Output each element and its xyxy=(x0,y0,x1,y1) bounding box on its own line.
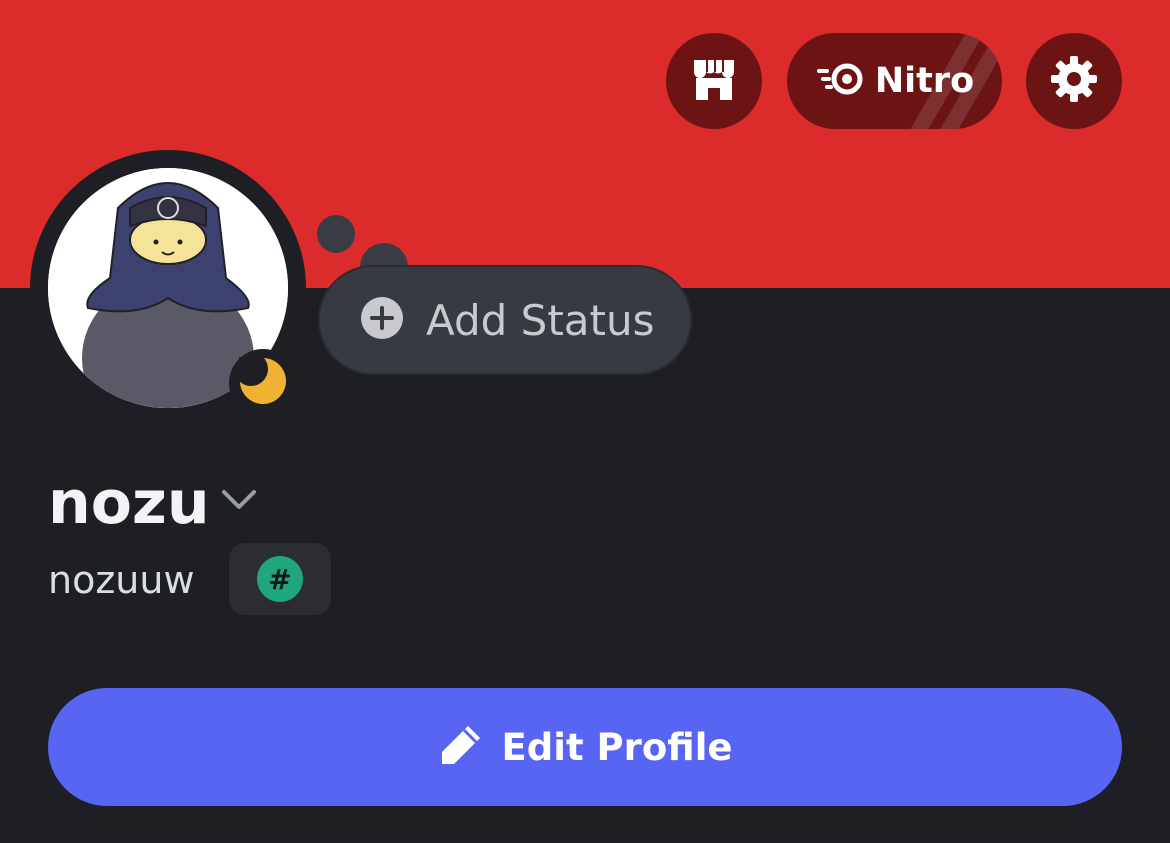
presence-indicator xyxy=(229,349,297,417)
add-status-label: Add Status xyxy=(426,295,655,345)
badge-pill[interactable]: # xyxy=(229,543,331,615)
moon-icon xyxy=(234,352,287,409)
chevron-down-icon[interactable] xyxy=(220,486,258,518)
status-bubble-dot xyxy=(317,215,355,253)
hashtag-badge-icon: # xyxy=(257,556,303,602)
settings-button[interactable] xyxy=(1026,33,1122,129)
username: nozuuw xyxy=(48,558,195,602)
pencil-icon xyxy=(438,722,484,772)
plus-circle-icon xyxy=(360,296,404,344)
nitro-icon xyxy=(815,61,865,101)
add-status-button[interactable]: Add Status xyxy=(318,265,692,375)
display-name: nozu xyxy=(48,468,210,538)
shop-icon xyxy=(690,56,738,106)
gear-icon xyxy=(1049,54,1099,108)
shop-button[interactable] xyxy=(666,33,762,129)
edit-profile-label: Edit Profile xyxy=(501,725,733,769)
edit-profile-button[interactable]: Edit Profile xyxy=(48,688,1122,806)
badge-symbol: # xyxy=(268,562,292,596)
nitro-button[interactable]: Nitro xyxy=(787,33,1002,129)
nitro-label: Nitro xyxy=(874,61,975,101)
